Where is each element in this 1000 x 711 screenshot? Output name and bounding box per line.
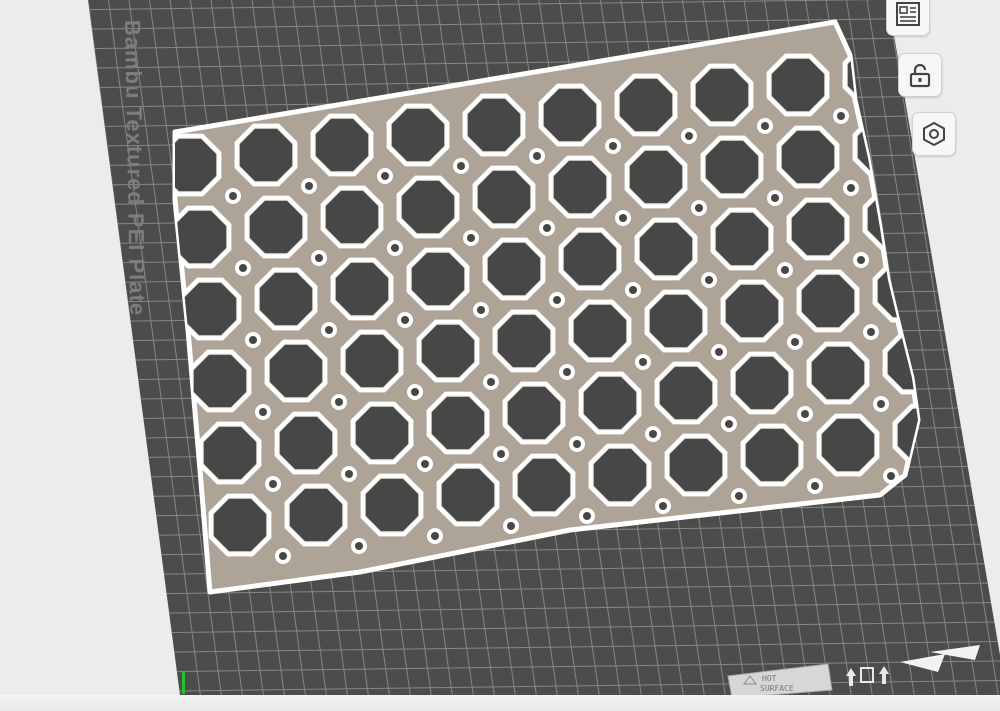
arrange-layout-icon	[896, 2, 920, 26]
hex-nut-icon	[923, 121, 945, 147]
unlock-padlock-icon	[909, 63, 931, 88]
svg-text:SURFACE: SURFACE	[760, 684, 794, 693]
viewport-bottom-edge	[0, 695, 1000, 711]
3d-viewport[interactable]: Bambu Textured PEI Plate HOT SURFACE	[0, 0, 1000, 711]
build-plate-scene[interactable]: Bambu Textured PEI Plate HOT SURFACE	[0, 0, 1000, 711]
svg-text:HOT: HOT	[762, 674, 777, 683]
lock-button[interactable]	[898, 53, 942, 97]
axis-marker	[182, 672, 185, 694]
orient-button[interactable]	[912, 112, 956, 156]
arrange-button[interactable]	[886, 0, 930, 36]
plate-brand-text: Bambu Textured PEI Plate	[120, 20, 150, 317]
